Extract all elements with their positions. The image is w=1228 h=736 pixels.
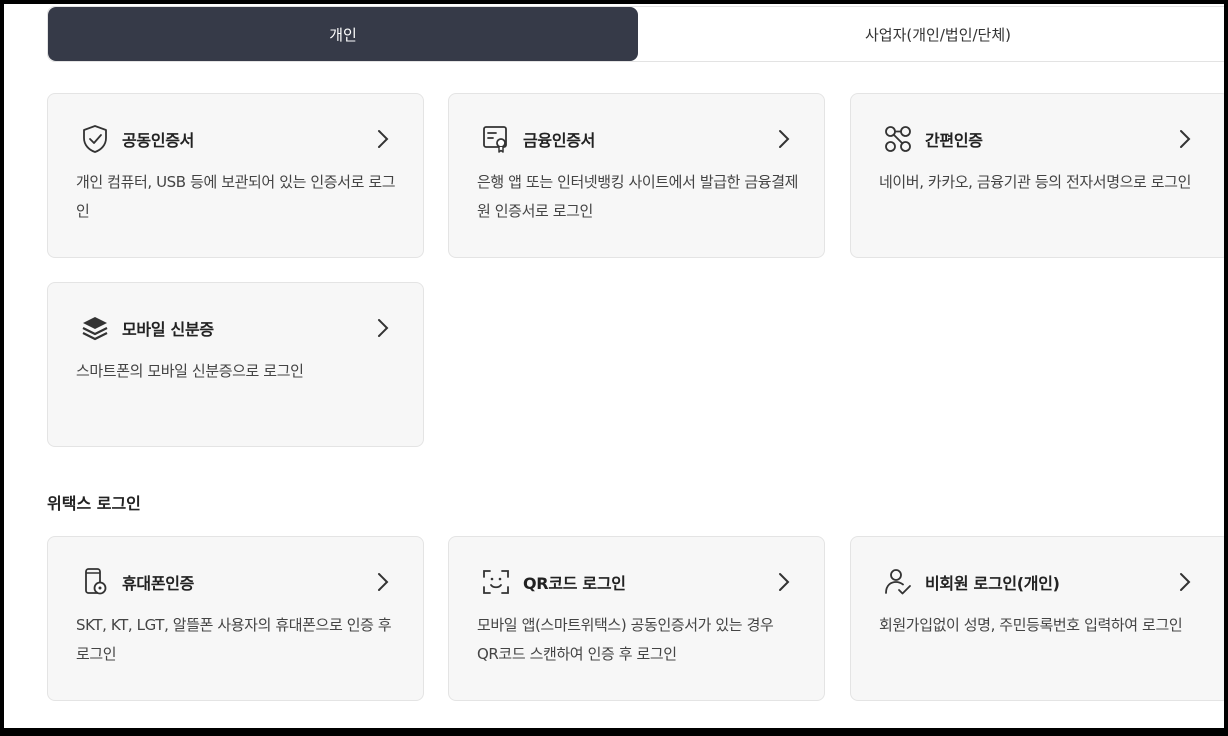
card-title: 금융인증서 — [523, 131, 596, 150]
card-description: 네이버, 카카오, 금융기관 등의 전자서명으로 로그인 — [879, 173, 1191, 191]
chevron-right-icon — [373, 316, 393, 340]
card-title: 휴대폰인증 — [122, 574, 195, 593]
card-simple-auth[interactable]: 간편인증 네이버, 카카오, 금융기관 등의 전자서명으로 로그인 — [850, 93, 1224, 258]
qr-scan-icon — [481, 567, 511, 597]
card-description: SKT, KT, LGT, 알뜰폰 사용자의 휴대폰으로 인증 후 로그인 — [76, 616, 392, 663]
layers-icon — [80, 313, 110, 343]
chevron-right-icon — [774, 127, 794, 151]
chevron-right-icon — [373, 570, 393, 594]
card-phone-auth[interactable]: 휴대폰인증 SKT, KT, LGT, 알뜰폰 사용자의 휴대폰으로 인증 후 … — [47, 536, 424, 701]
card-joint-certificate[interactable]: 공동인증서 개인 컴퓨터, USB 등에 보관되어 있는 인증서로 로그인 — [47, 93, 424, 258]
login-type-tabs: 개인 사업자(개인/법인/단체) — [47, 6, 1224, 62]
certificate-icon — [481, 124, 511, 154]
card-description: 은행 앱 또는 인터넷뱅킹 사이트에서 발급한 금융결제원 인증서로 로그인 — [477, 173, 799, 220]
card-description: 회원가입없이 성명, 주민등록번호 입력하여 로그인 — [879, 616, 1183, 634]
card-qr-login[interactable]: QR코드 로그인 모바일 앱(스마트위택스) 공동인증서가 있는 경우 QR코드… — [448, 536, 825, 701]
card-description: 스마트폰의 모바일 신분증으로 로그인 — [76, 362, 304, 380]
card-description: 모바일 앱(스마트위택스) 공동인증서가 있는 경우 QR코드 스캔하여 인증 … — [477, 616, 774, 663]
chevron-right-icon — [774, 570, 794, 594]
card-title: 비회원 로그인(개인) — [925, 574, 1060, 593]
card-guest-login[interactable]: 비회원 로그인(개인) 회원가입없이 성명, 주민등록번호 입력하여 로그인 — [850, 536, 1224, 701]
card-title: QR코드 로그인 — [523, 574, 626, 593]
card-description: 개인 컴퓨터, USB 등에 보관되어 있는 인증서로 로그인 — [76, 173, 396, 220]
card-mobile-id[interactable]: 모바일 신분증 스마트폰의 모바일 신분증으로 로그인 — [47, 282, 424, 447]
card-financial-certificate[interactable]: 금융인증서 은행 앱 또는 인터넷뱅킹 사이트에서 발급한 금융결제원 인증서로… — [448, 93, 825, 258]
chevron-right-icon — [373, 127, 393, 151]
linked-nodes-icon — [883, 124, 913, 154]
card-title: 모바일 신분증 — [122, 320, 214, 339]
chevron-right-icon — [1175, 127, 1195, 151]
tab-personal[interactable]: 개인 — [48, 7, 638, 61]
card-title: 간편인증 — [925, 131, 983, 150]
section-title-wetax-login: 위택스 로그인 — [47, 494, 141, 513]
login-page: 개인 사업자(개인/법인/단체) 공동인증서 개인 컴퓨터, USB 등에 보관… — [4, 4, 1224, 728]
user-check-icon — [883, 567, 913, 597]
chevron-right-icon — [1175, 570, 1195, 594]
shield-check-icon — [80, 124, 110, 154]
tab-business[interactable]: 사업자(개인/법인/단체) — [638, 7, 1224, 61]
card-title: 공동인증서 — [122, 131, 195, 150]
phone-lock-icon — [80, 567, 110, 597]
